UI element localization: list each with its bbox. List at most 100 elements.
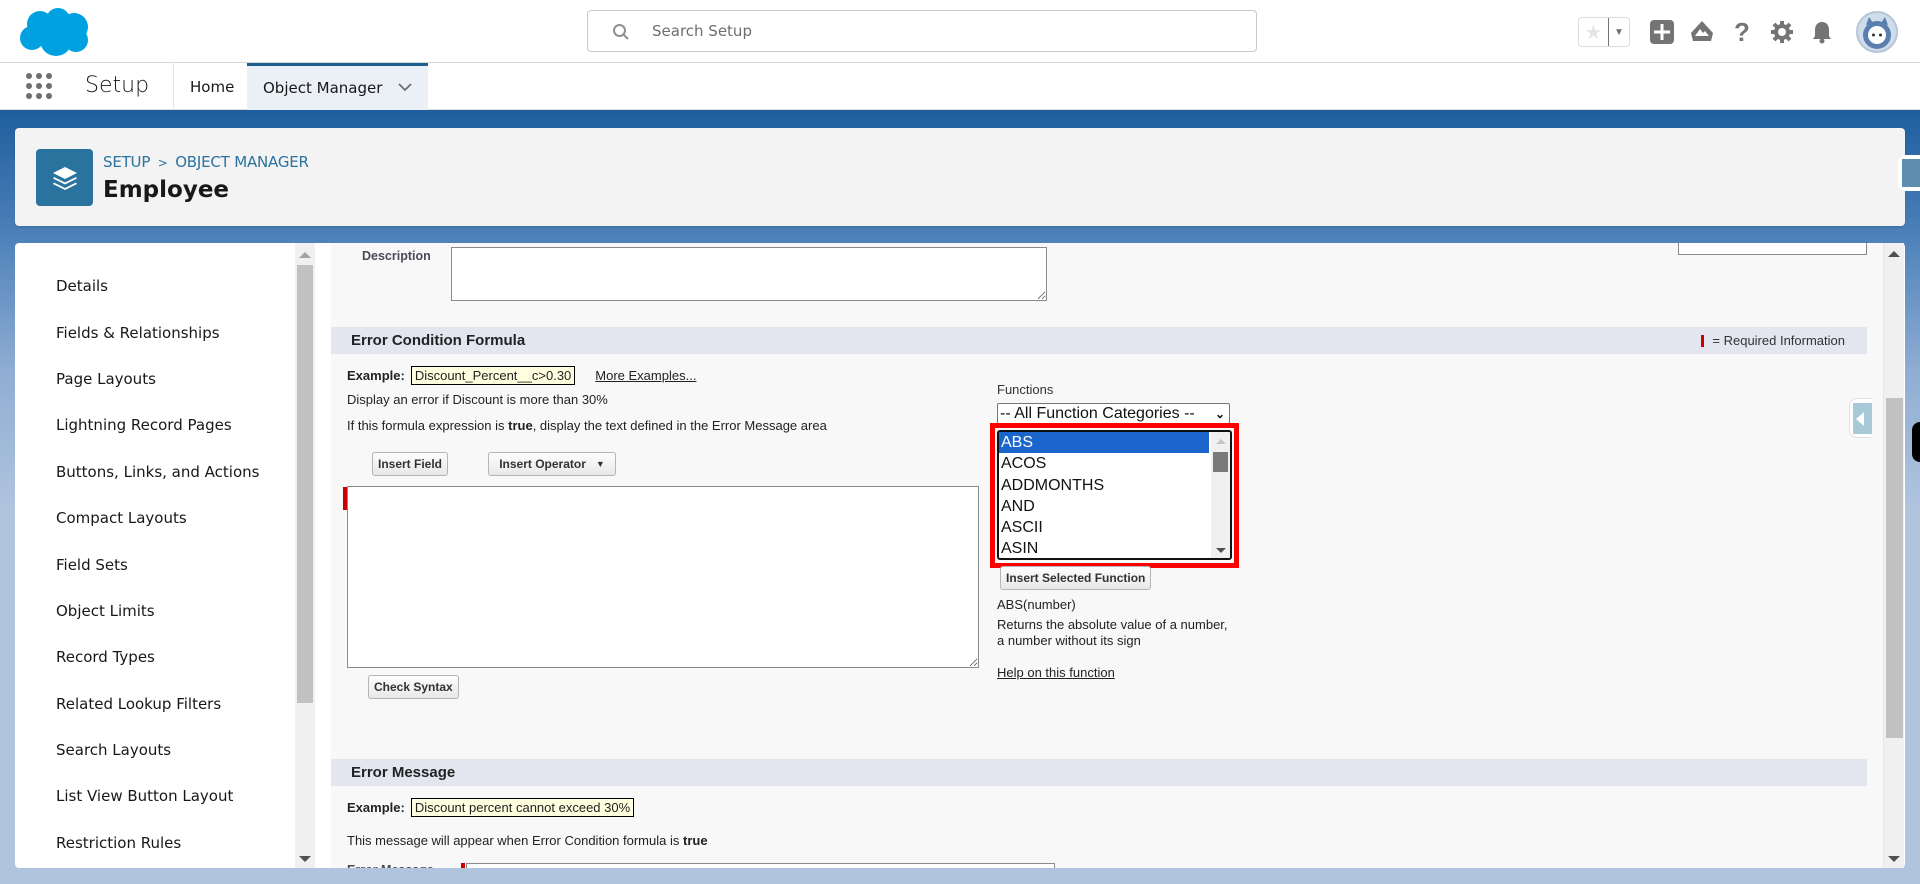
formula-textarea[interactable] [347, 486, 979, 668]
required-info-text: = Required Information [1712, 333, 1845, 348]
check-syntax-button[interactable]: Check Syntax [368, 675, 459, 699]
sidebar-item-related-lookup-filters[interactable]: Related Lookup Filters [56, 681, 259, 727]
function-option-acos[interactable]: ACOS [999, 453, 1209, 474]
error-condition-title: Error Condition Formula [351, 332, 526, 349]
tab-object-manager[interactable]: Object Manager [247, 63, 428, 110]
side-panel-toggle-top[interactable] [1898, 155, 1920, 191]
error-message-input[interactable] [466, 863, 1055, 868]
function-option-addmonths[interactable]: ADDMONTHS [999, 475, 1209, 496]
breadcrumb-object-manager[interactable]: OBJECT MANAGER [175, 153, 309, 171]
function-signature: ABS(number) [997, 597, 1076, 612]
side-panel-toggle[interactable] [1849, 398, 1872, 438]
formula-hint-prefix: If this formula expression is [347, 418, 509, 433]
insert-selected-function-button[interactable]: Insert Selected Function [1000, 566, 1152, 590]
app-nav-bar: Setup Home Object Manager [0, 63, 1920, 110]
functions-label: Functions [997, 382, 1054, 397]
sidebar-scroll-thumb[interactable] [297, 265, 313, 703]
validation-rule-form: Description Error Condition Formula = Re… [331, 243, 1883, 868]
function-option-and[interactable]: AND [999, 496, 1209, 517]
global-actions-plus-icon[interactable] [1648, 18, 1676, 46]
collapse-left-icon [1853, 403, 1872, 434]
function-option-abs[interactable]: ABS [999, 432, 1209, 454]
main-card: Details Fields & Relationships Page Layo… [15, 243, 1905, 868]
content-scrollbar[interactable] [1883, 243, 1904, 868]
function-category-select[interactable]: -- All Function Categories -- ⌄ [997, 403, 1230, 424]
error-message-hint-prefix: This message will appear when Error Cond… [347, 833, 683, 848]
sidebar-item-details[interactable]: Details [56, 263, 259, 309]
error-message-hint: This message will appear when Error Cond… [347, 833, 708, 848]
sidebar-item-lightning-record-pages[interactable]: Lightning Record Pages [56, 402, 259, 448]
user-avatar[interactable] [1856, 11, 1898, 53]
required-info-legend: = Required Information [1701, 333, 1845, 348]
error-message-example-line: Example: Discount percent cannot exceed … [347, 798, 635, 817]
insert-field-button[interactable]: Insert Field [372, 452, 449, 476]
search-setup-box[interactable] [587, 10, 1257, 52]
example-message-value: Discount percent cannot exceed 30% [410, 798, 635, 817]
setup-gear-icon[interactable] [1768, 18, 1796, 46]
description-textarea[interactable] [451, 247, 1047, 301]
object-sidebar: Details Fields & Relationships Page Layo… [15, 243, 315, 868]
insert-operator-button[interactable]: Insert Operator ▼ [488, 452, 616, 476]
tab-home-label: Home [190, 77, 235, 96]
breadcrumb-separator: > [157, 156, 168, 170]
app-launcher-icon[interactable] [26, 73, 52, 99]
error-message-hint-bold: true [682, 833, 708, 848]
favorites-dropdown-icon[interactable]: ▼ [1607, 18, 1629, 46]
sidebar-item-list-view-button-layout[interactable]: List View Button Layout [56, 773, 259, 819]
favorites-star-icon[interactable]: ★ [1579, 18, 1608, 46]
function-category-value: -- All Function Categories -- [1000, 404, 1195, 422]
error-message-field-label: Error Message [347, 863, 434, 868]
page-title: Employee [103, 177, 230, 203]
sidebar-item-record-types[interactable]: Record Types [56, 634, 259, 680]
dropdown-arrow-icon: ▼ [595, 459, 605, 469]
sidebar-item-compact-layouts[interactable]: Compact Layouts [56, 495, 259, 541]
sidebar-item-buttons-links-actions[interactable]: Buttons, Links, and Actions [56, 449, 259, 495]
function-option-ascii[interactable]: ASCII [999, 517, 1209, 538]
function-list-scrollbar[interactable] [1211, 432, 1230, 558]
breadcrumb: SETUP > OBJECT MANAGER [103, 153, 309, 171]
insert-operator-label: Insert Operator [499, 457, 586, 471]
sidebar-item-search-layouts[interactable]: Search Layouts [56, 727, 259, 773]
function-list-scroll-thumb[interactable] [1213, 452, 1228, 472]
sidebar-item-restriction-rules[interactable]: Restriction Rules [56, 820, 259, 866]
more-examples-link[interactable]: More Examples... [595, 368, 696, 383]
scroll-up-arrow-icon[interactable] [299, 252, 311, 258]
example-formula-value: Discount_Percent__c>0.30 [410, 366, 576, 385]
help-on-function-link[interactable]: Help on this function [997, 665, 1115, 680]
salesforce-logo[interactable] [18, 6, 94, 58]
formula-example-line: Example: Discount_Percent__c>0.30 More E… [347, 366, 696, 385]
chevron-down-icon[interactable] [398, 80, 413, 96]
function-listbox[interactable]: ABS ACOS ADDMONTHS AND ASCII ASIN [997, 430, 1232, 560]
trailhead-icon[interactable] [1688, 18, 1716, 46]
scroll-down-arrow-icon[interactable] [299, 856, 311, 862]
error-condition-section-header: Error Condition Formula = Required Infor… [331, 327, 1867, 354]
floating-edge-tab[interactable] [1912, 422, 1920, 462]
global-header: ★ ▼ ? [0, 0, 1920, 63]
scroll-up-arrow-icon[interactable] [1888, 251, 1900, 257]
sidebar-item-fields-relationships[interactable]: Fields & Relationships [56, 309, 259, 355]
scroll-up-arrow-icon[interactable] [1216, 439, 1226, 444]
sidebar-item-object-limits[interactable]: Object Limits [56, 588, 259, 634]
scroll-down-arrow-icon[interactable] [1216, 548, 1226, 553]
function-option-asin[interactable]: ASIN [999, 538, 1209, 558]
object-layers-icon [36, 149, 93, 206]
tab-object-manager-label: Object Manager [263, 79, 383, 97]
scroll-down-arrow-icon[interactable] [1888, 856, 1900, 862]
notifications-bell-icon[interactable] [1808, 18, 1836, 46]
app-name: Setup [85, 73, 150, 98]
sidebar-scrollbar[interactable] [295, 243, 315, 868]
partial-input-box[interactable] [1678, 243, 1867, 255]
sidebar-item-field-sets[interactable]: Field Sets [56, 541, 259, 587]
search-input[interactable] [652, 19, 1232, 43]
tab-home[interactable]: Home [173, 63, 247, 110]
breadcrumb-setup[interactable]: SETUP [103, 153, 150, 171]
example-label: Example: [347, 800, 405, 815]
sidebar-item-page-layouts[interactable]: Page Layouts [56, 356, 259, 402]
example-label: Example: [347, 368, 405, 383]
help-icon[interactable]: ? [1728, 17, 1756, 47]
content-scroll-thumb[interactable] [1886, 398, 1903, 738]
example-description: Display an error if Discount is more tha… [347, 392, 608, 407]
formula-hint-suffix: , display the text defined in the Error … [532, 418, 827, 433]
required-marker-icon [1701, 334, 1705, 347]
chevron-down-icon: ⌄ [1214, 406, 1225, 421]
